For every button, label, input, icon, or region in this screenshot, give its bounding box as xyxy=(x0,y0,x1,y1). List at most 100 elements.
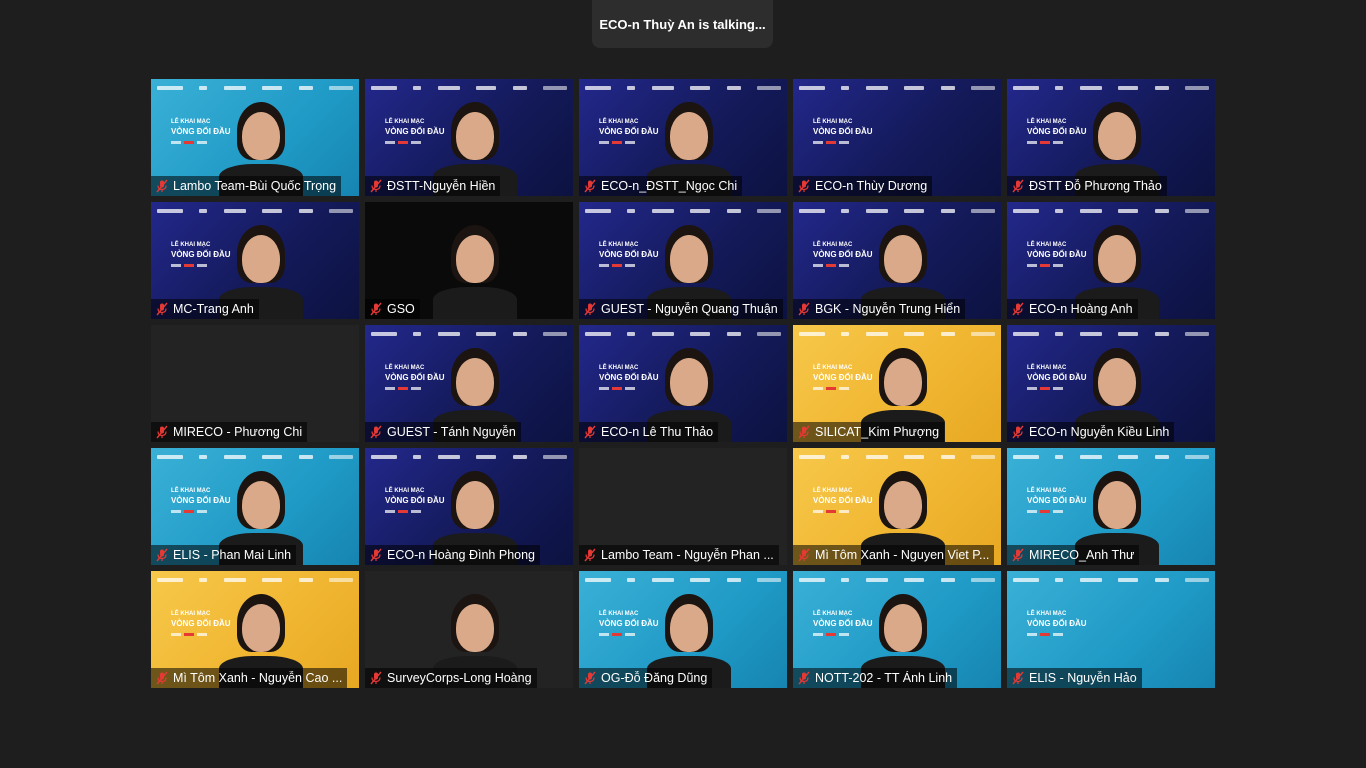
participant-name: ĐSTT Đỗ Phương Thảo xyxy=(1029,179,1162,193)
participant-nameplate: MC-Trang Anh xyxy=(151,299,259,319)
participant-name: ECO-n Lê Thu Thảo xyxy=(601,425,714,439)
mic-muted-icon xyxy=(583,548,597,562)
mic-muted-icon xyxy=(1011,425,1025,439)
participant-name: ECO-n Thùy Dương xyxy=(815,179,928,193)
participant-tile[interactable]: LỄ KHAI MẠC VÒNG ĐỐI ĐẦU ĐSTT Đỗ Phương Th… xyxy=(1007,79,1215,196)
participant-nameplate: SILICAT_Kim Phượng xyxy=(793,422,945,442)
mic-muted-icon xyxy=(797,179,811,193)
participant-name: GUEST - Tánh Nguyễn xyxy=(387,425,516,439)
participant-name: Mì Tôm Xanh - Nguyen Viet P... xyxy=(815,548,990,562)
video-meeting-window: ECO-n Thuỳ An is talking... LỄ KHAI MẠC V… xyxy=(0,0,1366,768)
participant-nameplate: ECO-n_ĐSTT_Ngọc Chi xyxy=(579,176,743,196)
mic-muted-icon xyxy=(369,548,383,562)
mic-muted-icon xyxy=(583,302,597,316)
participant-tile[interactable]: LỄ KHAI MẠC VÒNG ĐỐI ĐẦU BGK - Nguyễn Trun… xyxy=(793,202,1001,319)
gallery-grid: LỄ KHAI MẠC VÒNG ĐỐI ĐẦU Lambo Team-Bùi Qu… xyxy=(151,79,1215,688)
participant-nameplate: NOTT-202 - TT Ánh Linh xyxy=(793,668,958,688)
participant-tile[interactable]: GSO xyxy=(365,202,573,319)
participant-tile[interactable]: LỄ KHAI MẠC VÒNG ĐỐI ĐẦU MC-Trang Anh xyxy=(151,202,359,319)
participant-tile[interactable]: LỄ KHAI MẠC VÒNG ĐỐI ĐẦU ECO-n Hoàng Anh xyxy=(1007,202,1215,319)
participant-name: SILICAT_Kim Phượng xyxy=(815,425,940,439)
participant-tile[interactable]: LỄ KHAI MẠC VÒNG ĐỐI ĐẦU ECO-n Hoàng Đình … xyxy=(365,448,573,565)
participant-nameplate: MIRECO - Phương Chi xyxy=(151,422,308,442)
participant-tile[interactable]: LỄ KHAI MẠC VÒNG ĐỐI ĐẦU MIRECO_Anh Thư xyxy=(1007,448,1215,565)
mic-muted-icon xyxy=(583,179,597,193)
participant-name: OG-Đỗ Đăng Dũng xyxy=(601,671,708,685)
participant-name: ECO-n Hoàng Anh xyxy=(1029,302,1133,316)
participant-tile[interactable]: LỄ KHAI MẠC VÒNG ĐỐI ĐẦU ELIS - Nguyễn Hảo xyxy=(1007,571,1215,688)
participant-video xyxy=(425,209,525,319)
participant-nameplate: MIRECO_Anh Thư xyxy=(1007,545,1140,565)
participant-name: ELIS - Nguyễn Hảo xyxy=(1029,671,1137,685)
mic-muted-icon xyxy=(369,425,383,439)
mic-muted-icon xyxy=(1011,548,1025,562)
mic-muted-icon xyxy=(583,425,597,439)
participant-nameplate: ELIS - Phan Mai Linh xyxy=(151,545,297,565)
mic-muted-icon xyxy=(1011,302,1025,316)
mic-muted-icon xyxy=(155,425,169,439)
participant-nameplate: Mì Tôm Xanh - Nguyen Viet P... xyxy=(793,545,995,565)
mic-muted-icon xyxy=(369,179,383,193)
active-speaker-text: ECO-n Thuỳ An is talking... xyxy=(599,16,766,32)
participant-tile[interactable]: LỄ KHAI MẠC VÒNG ĐỐI ĐẦU ELIS - Phan Mai L… xyxy=(151,448,359,565)
participant-tile[interactable]: MIRECO - Phương Chi xyxy=(151,325,359,442)
mic-muted-icon xyxy=(1011,179,1025,193)
mic-muted-icon xyxy=(369,671,383,685)
participant-nameplate: SurveyCorps-Long Hoàng xyxy=(365,668,537,688)
participant-tile[interactable]: LỄ KHAI MẠC VÒNG ĐỐI ĐẦU ECO-n_ĐSTT_Ngọc C… xyxy=(579,79,787,196)
participant-tile[interactable]: SurveyCorps-Long Hoàng xyxy=(365,571,573,688)
participant-name: GUEST - Nguyễn Quang Thuận xyxy=(601,302,778,316)
participant-name: MC-Trang Anh xyxy=(173,302,254,316)
mic-muted-icon xyxy=(797,548,811,562)
participant-nameplate: Lambo Team-Bùi Quốc Trọng xyxy=(151,176,342,196)
participant-tile[interactable]: LỄ KHAI MẠC VÒNG ĐỐI ĐẦU SILICAT_Kim Phượn… xyxy=(793,325,1001,442)
mic-muted-icon xyxy=(797,671,811,685)
mic-muted-icon xyxy=(155,179,169,193)
active-speaker-banner: ECO-n Thuỳ An is talking... xyxy=(592,0,773,48)
participant-name: MIRECO - Phương Chi xyxy=(173,425,303,439)
event-backdrop-title: LỄ KHAI MẠC VÒNG ĐỐI ĐẦU xyxy=(813,117,873,144)
participant-tile[interactable]: LỄ KHAI MẠC VÒNG ĐỐI ĐẦU GUEST - Nguyễn Qu… xyxy=(579,202,787,319)
participant-name: MIRECO_Anh Thư xyxy=(1029,548,1135,562)
participant-nameplate: BGK - Nguyễn Trung Hiển xyxy=(793,299,966,319)
participant-name: Lambo Team - Nguyễn Phan ... xyxy=(601,548,774,562)
participant-name: SurveyCorps-Long Hoàng xyxy=(387,671,532,685)
participant-nameplate: ECO-n Nguyễn Kiều Linh xyxy=(1007,422,1175,442)
mic-muted-icon xyxy=(155,671,169,685)
participant-tile[interactable]: LỄ KHAI MẠC VÒNG ĐỐI ĐẦU ĐSTT-Nguyễn Hiền xyxy=(365,79,573,196)
participant-name: ĐSTT-Nguyễn Hiền xyxy=(387,179,496,193)
mic-muted-icon xyxy=(583,671,597,685)
sponsor-logos xyxy=(799,85,995,91)
participant-name: ECO-n_ĐSTT_Ngọc Chi xyxy=(601,179,738,193)
participant-tile[interactable]: LỄ KHAI MẠC VÒNG ĐỐI ĐẦU Mì Tôm Xanh - Ngu… xyxy=(151,571,359,688)
participant-tile[interactable]: LỄ KHAI MẠC VÒNG ĐỐI ĐẦU Mì Tôm Xanh - Ngu… xyxy=(793,448,1001,565)
participant-nameplate: OG-Đỗ Đăng Dũng xyxy=(579,668,713,688)
participant-nameplate: GUEST - Tánh Nguyễn xyxy=(365,422,521,442)
participant-tile[interactable]: Lambo Team - Nguyễn Phan ... xyxy=(579,448,787,565)
mic-muted-icon xyxy=(155,548,169,562)
participant-nameplate: ECO-n Hoàng Đình Phong xyxy=(365,545,541,565)
participant-nameplate: ĐSTT Đỗ Phương Thảo xyxy=(1007,176,1167,196)
participant-name: GSO xyxy=(387,302,415,316)
participant-name: BGK - Nguyễn Trung Hiển xyxy=(815,302,961,316)
participant-tile[interactable]: LỄ KHAI MẠC VÒNG ĐỐI ĐẦU Lambo Team-Bùi Qu… xyxy=(151,79,359,196)
participant-nameplate: ELIS - Nguyễn Hảo xyxy=(1007,668,1142,688)
participant-name: NOTT-202 - TT Ánh Linh xyxy=(815,671,953,685)
participant-tile[interactable]: LỄ KHAI MẠC VÒNG ĐỐI ĐẦU ECO-n Nguyễn Kiều… xyxy=(1007,325,1215,442)
mic-muted-icon xyxy=(1011,671,1025,685)
participant-tile[interactable]: LỄ KHAI MẠC VÒNG ĐỐI ĐẦU NOTT-202 - TT Ánh… xyxy=(793,571,1001,688)
participant-nameplate: ECO-n Lê Thu Thảo xyxy=(579,422,719,442)
participant-nameplate: GSO xyxy=(365,299,420,319)
sponsor-logos xyxy=(1013,577,1209,583)
participant-nameplate: GUEST - Nguyễn Quang Thuận xyxy=(579,299,783,319)
participant-tile[interactable]: LỄ KHAI MẠC VÒNG ĐỐI ĐẦU GUEST - Tánh Nguy… xyxy=(365,325,573,442)
event-backdrop-title: LỄ KHAI MẠC VÒNG ĐỐI ĐẦU xyxy=(1027,609,1087,636)
participant-tile[interactable]: LỄ KHAI MẠC VÒNG ĐỐI ĐẦU ECO-n Thùy Dương xyxy=(793,79,1001,196)
participant-tile[interactable]: LỄ KHAI MẠC VÒNG ĐỐI ĐẦU OG-Đỗ Đăng Dũng xyxy=(579,571,787,688)
participant-nameplate: ECO-n Hoàng Anh xyxy=(1007,299,1138,319)
participant-tile[interactable]: LỄ KHAI MẠC VÒNG ĐỐI ĐẦU ECO-n Lê Thu Thảo xyxy=(579,325,787,442)
participant-name: ECO-n Nguyễn Kiều Linh xyxy=(1029,425,1170,439)
backdrop-line-1: LỄ KHAI MẠC xyxy=(1027,611,1067,617)
backdrop-line-2: VÒNG ĐỐI ĐẦU xyxy=(1027,619,1087,628)
participant-name: Lambo Team-Bùi Quốc Trọng xyxy=(173,179,337,193)
